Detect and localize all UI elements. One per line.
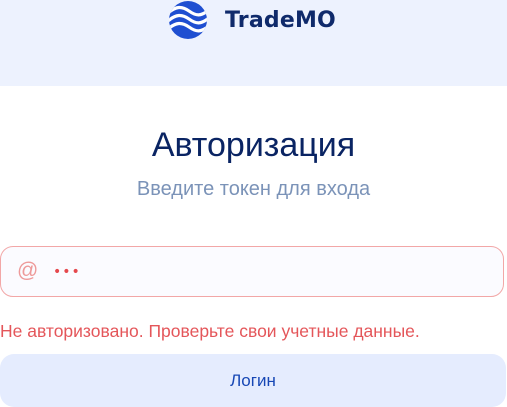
page-subtitle: Введите токен для входа bbox=[136, 178, 371, 200]
token-field[interactable]: @ bbox=[0, 246, 504, 297]
brand-name: TradeMO bbox=[225, 7, 336, 33]
at-sign-icon: @ bbox=[17, 259, 39, 282]
error-message: Не авторизовано. Проверьте свои учетные … bbox=[0, 321, 420, 341]
page-title: Авторизация bbox=[151, 126, 356, 164]
token-input[interactable] bbox=[53, 260, 473, 284]
login-button[interactable]: Логин bbox=[0, 354, 506, 407]
header-bar: TradeMO bbox=[0, 0, 507, 86]
wave-circle-logo-icon bbox=[169, 1, 207, 39]
brand[interactable]: TradeMO bbox=[168, 0, 336, 40]
